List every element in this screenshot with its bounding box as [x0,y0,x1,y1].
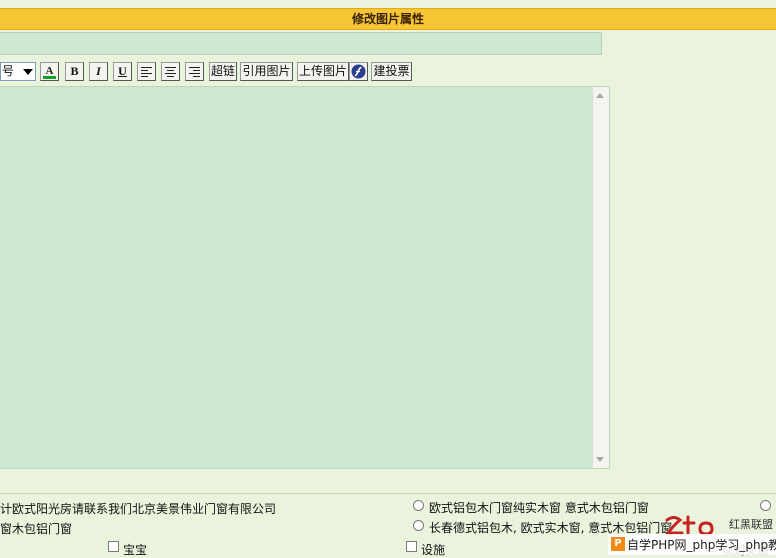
content-editor[interactable] [0,86,610,472]
dialog-title-bar: 修改图片属性 [0,8,776,30]
category-label-1: 欧式铝包木门窗纯实木窗 意式木包铝门窗 [429,501,649,515]
editor-scrollbar[interactable] [592,87,609,468]
top-strip [0,0,776,8]
font-color-button[interactable]: A [40,62,59,81]
align-right-icon [189,67,200,77]
category-text-left-2: 窗木包铝门窗 [0,522,73,536]
dialog-title: 修改图片属性 [351,12,424,26]
category-radio-3[interactable] [760,500,771,511]
align-left-icon [141,67,152,77]
flash-button[interactable] [349,62,368,81]
baby-label: 宝宝 [123,543,148,557]
create-poll-button[interactable]: 建投票 [371,62,412,81]
italic-button[interactable]: I [89,62,108,81]
upload-image-button[interactable]: 上传图片 [297,62,349,81]
watermark-bar: P 自学PHP网_php学习_php教 [608,534,776,555]
svg-text:A: A [46,65,54,77]
scroll-down-icon[interactable] [596,457,604,462]
category-radio-2[interactable] [413,520,424,531]
hyperlink-button[interactable]: 超链 [209,62,237,81]
font-size-value: 号 [2,64,15,78]
facility-checkbox[interactable] [406,541,417,552]
category-radio-1[interactable] [413,500,424,511]
scroll-up-icon[interactable] [596,93,604,98]
quote-image-button[interactable]: 引用图片 [240,62,293,81]
baby-checkbox[interactable] [108,541,119,552]
align-center-button[interactable] [161,62,180,81]
watermark-brand: 红黑联盟 [729,518,773,531]
flash-icon [351,64,366,79]
title-input-field[interactable] [0,32,602,55]
align-center-icon [165,67,176,77]
editor-toolbar: 号 A B I U 超链 引用图片 上传图片 建投票 [0,61,430,83]
underline-button[interactable]: U [113,62,132,81]
php-logo-icon: P [611,537,625,551]
category-text-left-1: 计欧式阳光房请联系我们北京美景伟业门窗有限公司 [0,502,277,516]
align-left-button[interactable] [137,62,156,81]
watermark-bar-text: 自学PHP网_php学习_php教 [627,538,776,552]
chevron-down-icon[interactable] [20,63,35,80]
title-input[interactable] [0,33,601,54]
bold-button[interactable]: B [65,62,84,81]
content-textarea[interactable] [0,87,597,472]
section-divider [0,493,776,494]
align-right-button[interactable] [185,62,204,81]
facility-label: 设施 [421,543,446,557]
font-color-icon: A [43,65,56,79]
font-size-select[interactable]: 号 [0,62,36,81]
